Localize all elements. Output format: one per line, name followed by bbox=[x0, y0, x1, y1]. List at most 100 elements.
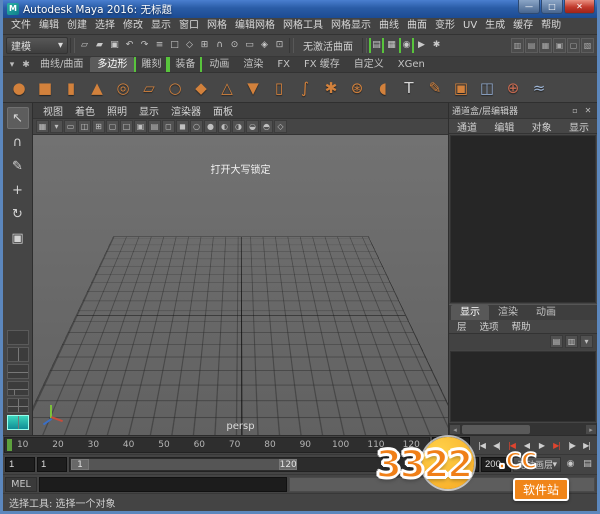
sculpt-tool-icon[interactable]: ✎ bbox=[423, 76, 447, 100]
select-component-mode-icon[interactable]: ◇ bbox=[182, 38, 197, 53]
lighting-icon[interactable]: ◑ bbox=[232, 120, 245, 133]
save-scene-icon[interactable]: ▣ bbox=[107, 38, 122, 53]
poly-helix-icon[interactable]: ∫ bbox=[293, 76, 317, 100]
animation-end-field[interactable] bbox=[481, 457, 511, 472]
close-panel-icon[interactable]: ✕ bbox=[582, 105, 594, 117]
menu-set-dropdown[interactable]: 建模 ▾ bbox=[6, 37, 68, 54]
create-empty-layer-icon[interactable]: ▤ bbox=[550, 335, 563, 348]
grid-toggle-icon[interactable]: ⊞ bbox=[92, 120, 105, 133]
shelf-tab[interactable]: FX 缓存 bbox=[297, 57, 347, 72]
menu-item[interactable]: UV bbox=[459, 18, 481, 34]
viewport-canvas[interactable]: 打开大写锁定 persp bbox=[33, 135, 448, 435]
poly-pyramid-icon[interactable]: △ bbox=[215, 76, 239, 100]
redo-icon[interactable]: ↷ bbox=[137, 38, 152, 53]
shelf-tab[interactable]: 动画 bbox=[202, 57, 236, 72]
scroll-left-icon[interactable]: ◂ bbox=[449, 424, 461, 435]
layout-two-pane-side-by-side-button[interactable] bbox=[7, 347, 29, 362]
shaded-mode-icon[interactable]: ● bbox=[204, 120, 217, 133]
textured-mode-icon[interactable]: ◐ bbox=[218, 120, 231, 133]
menu-item[interactable]: 文件 bbox=[7, 18, 35, 34]
menu-item[interactable]: 创建 bbox=[63, 18, 91, 34]
step-forward-key-button[interactable]: ▶| bbox=[549, 438, 564, 453]
layer-editor-menu-item[interactable]: 帮助 bbox=[512, 319, 531, 333]
menu-item[interactable]: 编辑网格 bbox=[231, 18, 279, 34]
tool-settings-toggle-icon[interactable]: ▤ bbox=[525, 38, 538, 53]
panel-menu-item[interactable]: 面板 bbox=[207, 103, 239, 118]
playback-start-field[interactable] bbox=[37, 457, 67, 472]
layer-editor-menu-item[interactable]: 选项 bbox=[480, 319, 499, 333]
layer-editor-tab[interactable]: 显示 bbox=[451, 305, 489, 320]
play-backwards-button[interactable]: ◀ bbox=[519, 438, 534, 453]
boolean-union-icon[interactable]: ⊕ bbox=[501, 76, 525, 100]
layer-list[interactable] bbox=[450, 351, 596, 422]
safe-action-icon[interactable]: ◻ bbox=[162, 120, 175, 133]
wireframe-mode-icon[interactable]: ○ bbox=[190, 120, 203, 133]
shelf-tab[interactable]: 装备 bbox=[168, 57, 202, 72]
menu-item[interactable]: 生成 bbox=[481, 18, 509, 34]
go-to-end-button[interactable]: ▶| bbox=[579, 438, 594, 453]
resolution-gate-icon[interactable]: □ bbox=[120, 120, 133, 133]
go-to-start-button[interactable]: |◀ bbox=[474, 438, 489, 453]
snap-to-grid-icon[interactable]: ⊞ bbox=[197, 38, 212, 53]
separate-icon[interactable]: ◫ bbox=[475, 76, 499, 100]
range-end-handle[interactable]: 120 bbox=[279, 459, 297, 470]
panel-menu-item[interactable]: 渲染器 bbox=[165, 103, 207, 118]
select-hierarchy-mode-icon[interactable]: ≡ bbox=[152, 38, 167, 53]
safe-title-icon[interactable]: ◼ bbox=[176, 120, 189, 133]
playback-end-field[interactable] bbox=[449, 457, 479, 472]
close-button[interactable]: ✕ bbox=[564, 0, 595, 14]
poly-pipe-icon[interactable]: ▯ bbox=[267, 76, 291, 100]
character-set-dropdown[interactable]: 无动画层 ▾ bbox=[513, 457, 561, 472]
scrollbar-thumb[interactable] bbox=[462, 425, 530, 434]
channel-box-toggle-icon[interactable]: ▦ bbox=[539, 38, 552, 53]
isolate-select-icon[interactable]: ◇ bbox=[274, 120, 287, 133]
command-line-result[interactable] bbox=[289, 477, 595, 492]
select-object-mode-icon[interactable]: □ bbox=[167, 38, 182, 53]
poly-plane-icon[interactable]: ▱ bbox=[137, 76, 161, 100]
poly-cube-icon[interactable]: ■ bbox=[33, 76, 57, 100]
poly-prism-icon[interactable]: ▼ bbox=[241, 76, 265, 100]
poly-sphere-icon[interactable]: ● bbox=[7, 76, 31, 100]
poly-soccer-ball-icon[interactable]: ⊛ bbox=[345, 76, 369, 100]
panel-menu-item[interactable]: 照明 bbox=[101, 103, 133, 118]
snap-to-plane-icon[interactable]: ▭ bbox=[242, 38, 257, 53]
animation-start-field[interactable] bbox=[5, 457, 35, 472]
render-current-frame-icon[interactable]: ◉ bbox=[399, 38, 414, 53]
create-layer-from-selected-icon[interactable]: ▥ bbox=[565, 335, 578, 348]
playback-range-bar[interactable]: 1 120 bbox=[71, 459, 297, 470]
film-gate-icon[interactable]: ▢ bbox=[106, 120, 119, 133]
two-panes-icon[interactable]: ◫ bbox=[78, 120, 91, 133]
attribute-editor-toggle-icon[interactable]: ▥ bbox=[511, 38, 524, 53]
layout-single-pane-button[interactable] bbox=[7, 330, 29, 345]
shelf-tab[interactable]: 雕刻 bbox=[134, 57, 168, 72]
xray-icon[interactable]: ◓ bbox=[260, 120, 273, 133]
layout-two-pane-stacked-button[interactable] bbox=[7, 364, 29, 379]
scroll-right-icon[interactable]: ▸ bbox=[585, 424, 597, 435]
gate-mask-icon[interactable]: ▣ bbox=[134, 120, 147, 133]
menu-item[interactable]: 曲面 bbox=[403, 18, 431, 34]
minimize-button[interactable]: — bbox=[518, 0, 540, 14]
poly-disc-icon[interactable]: ○ bbox=[163, 76, 187, 100]
channel-box-menu-item[interactable]: 通道 bbox=[457, 119, 477, 134]
poly-cone-icon[interactable]: ▲ bbox=[85, 76, 109, 100]
menu-item[interactable]: 显示 bbox=[147, 18, 175, 34]
channel-box-menu-item[interactable]: 显示 bbox=[569, 119, 589, 134]
step-back-key-button[interactable]: |◀ bbox=[504, 438, 519, 453]
outliner-toggle-icon[interactable]: ▧ bbox=[581, 38, 594, 53]
animation-preferences-button[interactable]: ▤ bbox=[580, 457, 595, 472]
poly-type-icon[interactable]: T bbox=[397, 76, 421, 100]
shelf-tab[interactable]: 曲线/曲面 bbox=[33, 57, 90, 72]
paint-select-tool-icon[interactable]: ✎ bbox=[7, 155, 29, 177]
snap-to-curve-icon[interactable]: ∩ bbox=[212, 38, 227, 53]
menu-item[interactable]: 帮助 bbox=[537, 18, 565, 34]
lasso-tool-icon[interactable]: ∩ bbox=[7, 131, 29, 153]
menu-item[interactable]: 修改 bbox=[119, 18, 147, 34]
shelf-tab[interactable]: 渲染 bbox=[236, 57, 270, 72]
shelf-tab[interactable]: 自定义 bbox=[347, 57, 391, 72]
poly-torus-icon[interactable]: ◎ bbox=[111, 76, 135, 100]
poly-gear-icon[interactable]: ✱ bbox=[319, 76, 343, 100]
menu-item[interactable]: 变形 bbox=[431, 18, 459, 34]
image-plane-icon[interactable]: ▭ bbox=[64, 120, 77, 133]
open-render-view-icon[interactable]: ▦ bbox=[384, 38, 399, 53]
panel-menu-item[interactable]: 视图 bbox=[37, 103, 69, 118]
